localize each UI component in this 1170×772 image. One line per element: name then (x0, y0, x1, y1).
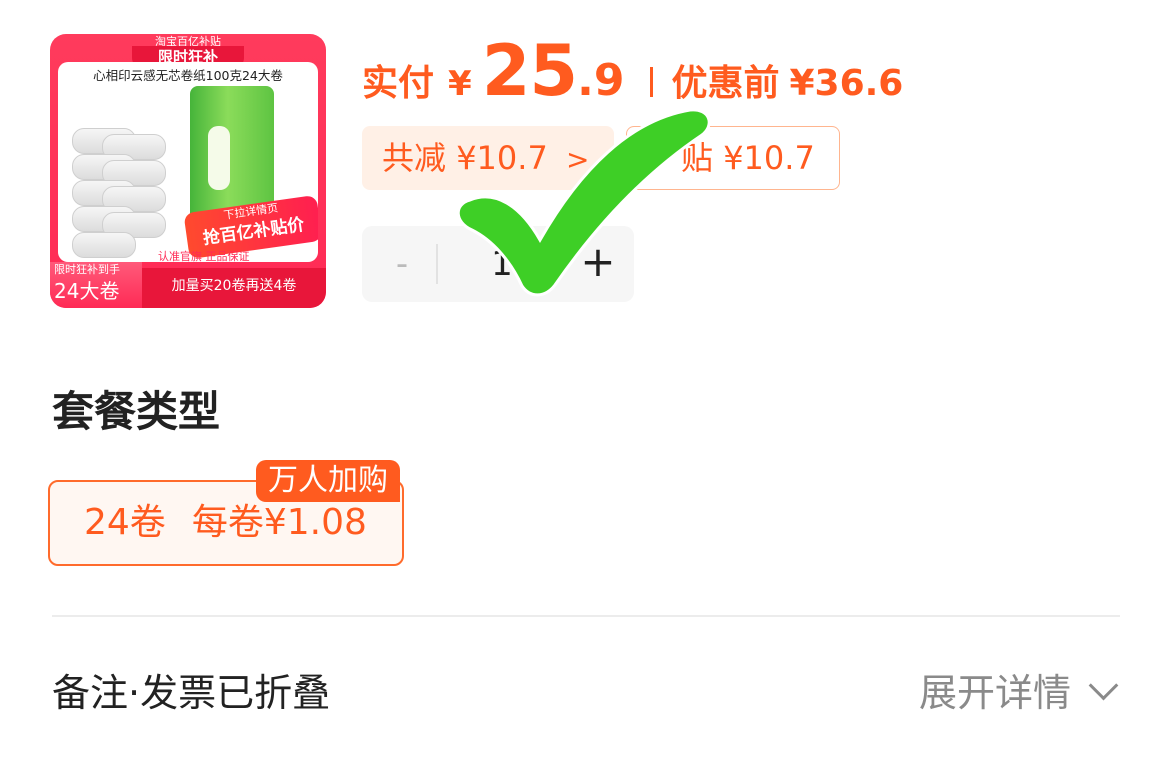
total-discount-label: 共减 (382, 139, 447, 177)
expand-details-label: 展开详情 (918, 671, 1071, 715)
product-image-inner: 心相印云感无芯卷纸100克24大卷 下拉详情页 抢百亿补贴价 认准官旗 正品保证 (58, 62, 318, 262)
paper-rolls-graphic (72, 128, 192, 258)
pay-label: 实付 (362, 63, 435, 104)
guarantee-text: 认准官旗 正品保证 (158, 250, 250, 262)
expand-details-button[interactable]: 展开详情 (918, 662, 1119, 717)
package-option-unit-price: 每卷¥1.08 (191, 502, 367, 543)
product-image-title: 心相印云感无芯卷纸100克24大卷 (93, 68, 283, 83)
chevron-down-icon (1088, 670, 1119, 701)
decrease-button[interactable]: - (382, 226, 422, 302)
popular-badge: 万人加购 (256, 460, 400, 502)
corner-label-small: 限时狂补到手 (54, 263, 120, 276)
original-price-value: ¥36.6 (789, 63, 904, 104)
corner-label: 限时狂补到手 24大卷 (50, 262, 142, 308)
corner-label-big: 24大卷 (54, 279, 120, 303)
section-divider (52, 615, 1120, 617)
package-type-title: 套餐类型 (52, 387, 221, 436)
subsidy-value: ¥10.7 (723, 139, 815, 177)
bottom-promo: 加量买20卷再送4卷 (142, 268, 326, 308)
product-image[interactable]: 淘宝百亿补贴 限时狂补 心相印云感无芯卷纸100克24大卷 下拉详情页 抢百亿补… (50, 34, 326, 308)
remarks-label: 备注·发票已折叠 (52, 671, 331, 715)
package-option-count: 24卷 (84, 502, 166, 543)
checkmark-icon (456, 108, 711, 297)
stepper-divider (436, 244, 438, 284)
